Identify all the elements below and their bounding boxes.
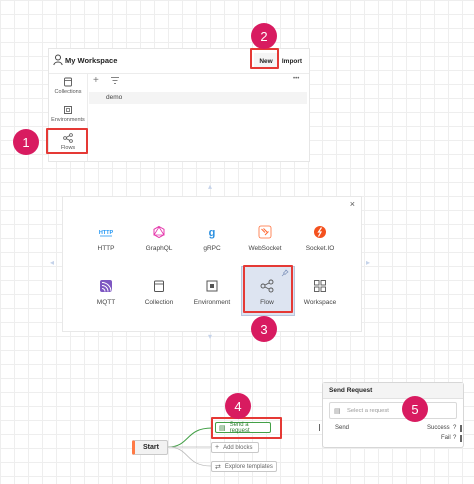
add-icon[interactable]: + [93, 76, 99, 86]
sidebar-item-environments[interactable]: Environments [49, 105, 87, 123]
templates-icon: ⇄ [215, 463, 221, 471]
list-item[interactable]: demo [89, 92, 307, 104]
tile-environment[interactable]: Environment [187, 279, 237, 306]
tile-label: gRPC [203, 245, 221, 252]
tile-label: MQTT [96, 299, 116, 306]
callout-2: 2 [251, 23, 277, 49]
graphql-icon [153, 225, 165, 239]
tile-label: Socket.IO [305, 245, 335, 252]
tile-label: WebSocket [248, 245, 282, 252]
fail-label: Fail [441, 435, 451, 441]
request-icon: ▤ [334, 408, 341, 415]
tile-socketio[interactable]: Socket.IO [295, 225, 345, 252]
sidebar-item-label: Environments [51, 117, 85, 123]
node-title: Send Request [329, 387, 373, 394]
environment-icon [206, 280, 218, 292]
tile-label: Environment [193, 299, 231, 306]
success-handle[interactable] [460, 425, 462, 432]
option-label: Explore templates [224, 463, 273, 470]
new-item-dialog: × HTTP HTTP GraphQL g gRPC WebSocket Soc… [62, 196, 362, 332]
request-select[interactable]: ▤ Select a request [329, 402, 457, 419]
sidebar-item-label: Collections [54, 89, 82, 95]
sidebar-item-collections[interactable]: Collections [49, 77, 87, 95]
collection-icon [154, 280, 164, 292]
success-label: Success [427, 425, 450, 431]
svg-text:HTTP: HTTP [99, 230, 113, 236]
add-icon: + [215, 444, 220, 451]
workspace-title: My Workspace [65, 56, 118, 65]
svg-text:g: g [209, 227, 216, 239]
workspace-icon [314, 280, 326, 292]
tile-graphql[interactable]: GraphQL [134, 225, 184, 252]
add-blocks-option[interactable]: + Add blocks [211, 442, 259, 453]
flow-tile-highlight [243, 265, 293, 313]
callout-1: 1 [13, 129, 39, 155]
grpc-icon: g [209, 227, 216, 239]
tile-label: HTTP [97, 245, 115, 252]
node-header: Send Request [323, 383, 463, 399]
filter-icon[interactable] [110, 76, 120, 85]
new-button-highlight [250, 48, 279, 69]
collections-icon [64, 77, 72, 87]
input-handle[interactable] [319, 424, 324, 431]
start-node[interactable]: Start [132, 440, 168, 455]
tile-label: Collection [144, 299, 174, 306]
arrow-down-icon: ▾ [208, 332, 213, 341]
send-request-highlight [211, 417, 282, 439]
callout-5: 5 [402, 396, 428, 422]
help-icon[interactable]: ? [453, 435, 456, 441]
tile-http[interactable]: HTTP HTTP [81, 225, 131, 252]
option-label: Add blocks [223, 444, 253, 451]
select-placeholder: Select a request [347, 408, 389, 414]
arrow-up-icon: ▴ [208, 182, 213, 191]
tile-label: Workspace [303, 299, 337, 306]
close-icon[interactable]: × [350, 199, 355, 209]
send-request-node: Send Request ▤ Select a request Send Suc… [322, 382, 464, 448]
import-button[interactable]: Import [281, 53, 303, 69]
arrow-left-icon: ◂ [50, 258, 55, 267]
http-icon: HTTP [99, 230, 113, 237]
tile-label: GraphQL [145, 245, 173, 252]
user-icon [53, 54, 63, 66]
tile-collection[interactable]: Collection [134, 279, 184, 306]
help-icon[interactable]: ? [453, 425, 456, 431]
explore-templates-option[interactable]: ⇄ Explore templates [211, 461, 277, 472]
tile-workspace[interactable]: Workspace [295, 279, 345, 306]
socketio-icon [314, 226, 326, 238]
tile-mqtt[interactable]: MQTT [81, 279, 131, 306]
environments-icon [64, 106, 72, 114]
more-icon[interactable]: ••• [293, 76, 299, 82]
websocket-icon [258, 225, 272, 239]
callout-3: 3 [251, 316, 277, 342]
flows-highlight [46, 128, 88, 154]
tile-grpc[interactable]: g gRPC [187, 225, 237, 252]
tile-websocket[interactable]: WebSocket [240, 225, 290, 252]
callout-4: 4 [225, 393, 251, 419]
fail-handle[interactable] [460, 435, 462, 442]
send-label: Send [335, 425, 350, 431]
list-item-label: demo [106, 94, 123, 101]
arrow-right-icon: ▸ [366, 258, 371, 267]
mqtt-icon [100, 280, 112, 292]
